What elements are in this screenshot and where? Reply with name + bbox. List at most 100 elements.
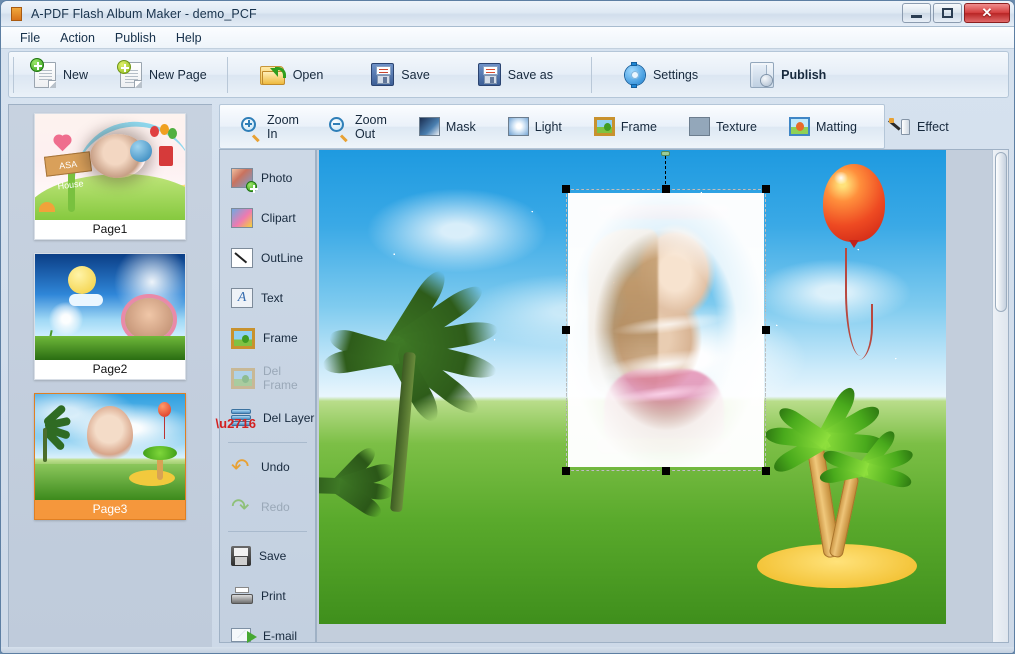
frame-button[interactable]: Frame (585, 113, 666, 140)
selection-outline (566, 189, 766, 471)
palm-island-clipart[interactable] (743, 384, 933, 592)
zoom-in-button[interactable]: Zoom In (232, 109, 308, 145)
effect-label: Effect (917, 119, 949, 134)
toolbar-new-button[interactable]: New (20, 57, 102, 92)
tool-frame[interactable]: Frame (220, 318, 315, 358)
zoom-in-label: Zoom In (267, 112, 299, 141)
texture-icon (689, 117, 711, 136)
page2-preview (35, 254, 185, 360)
mask-label: Mask (445, 119, 476, 134)
rotation-handle[interactable] (661, 151, 670, 156)
frame-icon (593, 117, 615, 136)
toolbar-separator (226, 56, 228, 93)
tool-clipart-label: Clipart (261, 211, 296, 225)
zoom-out-button[interactable]: Zoom Out (320, 109, 396, 145)
toolbar-new-page-label: New Page (149, 67, 207, 82)
window-title: A-PDF Flash Album Maker - demo_PCF (31, 6, 257, 21)
menu-file[interactable]: File (11, 29, 49, 47)
tool-outline[interactable]: OutLine (220, 238, 315, 278)
page2-label: Page2 (92, 362, 128, 376)
toolbar-new-page-button[interactable]: New Page (106, 58, 221, 92)
canvas-scroll-thumb[interactable] (995, 152, 1007, 312)
resize-handle-w[interactable] (562, 326, 570, 334)
maximize-button[interactable] (933, 3, 962, 23)
mask-icon (418, 117, 440, 136)
page-thumbnail-2[interactable]: Page2 (34, 253, 186, 380)
resize-handle-s[interactable] (662, 467, 670, 475)
frame-label: Frame (620, 119, 658, 134)
close-button[interactable]: ✕ (964, 3, 1010, 23)
printer-icon (231, 586, 253, 606)
tool-frame-label: Frame (263, 331, 298, 345)
tool-undo[interactable]: Undo (220, 447, 315, 487)
toolbar-save-as-button[interactable]: Save as (464, 59, 567, 90)
texture-button[interactable]: Texture (680, 113, 766, 140)
menu-action[interactable]: Action (51, 29, 104, 47)
tool-print[interactable]: Print (220, 576, 315, 616)
resize-handle-n[interactable] (662, 185, 670, 193)
resize-handle-nw[interactable] (562, 185, 570, 193)
tool-save-label: Save (259, 549, 287, 563)
main-toolbar: New New Page Open Save Save as Settings … (8, 51, 1009, 98)
light-icon (507, 117, 529, 136)
page-thumbnail-1[interactable]: ASA House Page1 (34, 113, 186, 240)
open-folder-icon (259, 64, 286, 86)
toolbar-save-as-label: Save as (507, 67, 553, 82)
menu-bar: File Action Publish Help (1, 27, 1014, 49)
page-canvas[interactable] (319, 150, 946, 624)
toolbar-open-button[interactable]: Open (246, 60, 338, 90)
tool-print-label: Print (261, 589, 286, 603)
menu-publish[interactable]: Publish (106, 29, 165, 47)
tool-del-frame[interactable]: Del Frame (220, 358, 315, 398)
island-crown-small (818, 427, 939, 494)
close-icon: ✕ (981, 5, 993, 20)
undo-icon (231, 458, 253, 476)
minimize-button[interactable] (902, 3, 931, 23)
resize-handle-e[interactable] (762, 326, 770, 334)
delete-layer-icon: \u2716 (216, 408, 256, 430)
publish-book-icon (750, 61, 775, 88)
tool-column: Photo Clipart OutLine A Text Frame Del F… (216, 149, 316, 643)
effect-button[interactable]: Effect (880, 113, 958, 141)
toolbar-save-button[interactable]: Save (357, 59, 444, 90)
light-button[interactable]: Light (499, 113, 571, 140)
texture-label: Texture (716, 119, 758, 134)
palm-tree-small[interactable] (319, 443, 415, 560)
tool-redo[interactable]: Redo (220, 487, 315, 527)
tool-undo-label: Undo (261, 460, 290, 474)
balloon-body (823, 164, 885, 242)
toolbar-settings-label: Settings (652, 67, 699, 82)
tool-text[interactable]: A Text (220, 278, 315, 318)
tool-del-frame-label: Del Frame (263, 364, 298, 392)
mask-button[interactable]: Mask (410, 113, 485, 140)
canvas-area[interactable] (316, 149, 1009, 643)
tool-redo-label: Redo (261, 500, 290, 514)
resize-handle-se[interactable] (762, 467, 770, 475)
maximize-icon (942, 8, 953, 18)
tool-save[interactable]: Save (220, 536, 315, 576)
page1-label: Page1 (92, 222, 128, 236)
app-icon (11, 6, 22, 21)
title-bar: A-PDF Flash Album Maker - demo_PCF ✕ (1, 1, 1014, 27)
toolbar-settings-button[interactable]: Settings (610, 60, 712, 90)
toolbar-separator (13, 56, 14, 93)
floppy-save-icon (371, 63, 395, 86)
zoom-in-icon (241, 116, 261, 142)
effect-brush-icon (888, 117, 911, 137)
page3-preview (35, 394, 185, 500)
tool-del-layer[interactable]: \u2716 Del Layer (216, 398, 315, 438)
toolbar-publish-button[interactable]: Publish (736, 58, 840, 92)
selected-photo-layer[interactable] (558, 151, 774, 475)
window-controls: ✕ (902, 3, 1010, 23)
tool-clipart[interactable]: Clipart (220, 198, 315, 238)
resize-handle-sw[interactable] (562, 467, 570, 475)
menu-help[interactable]: Help (167, 29, 211, 47)
resize-handle-ne[interactable] (762, 185, 770, 193)
tool-photo[interactable]: Photo (220, 158, 315, 198)
gear-icon (624, 61, 646, 88)
canvas-vertical-scrollbar[interactable] (992, 150, 1008, 642)
balloon-clipart[interactable] (823, 164, 891, 364)
status-bar (1, 647, 1014, 653)
matting-button[interactable]: Matting (780, 113, 866, 140)
page-thumbnail-3[interactable]: Page3 (34, 393, 186, 520)
